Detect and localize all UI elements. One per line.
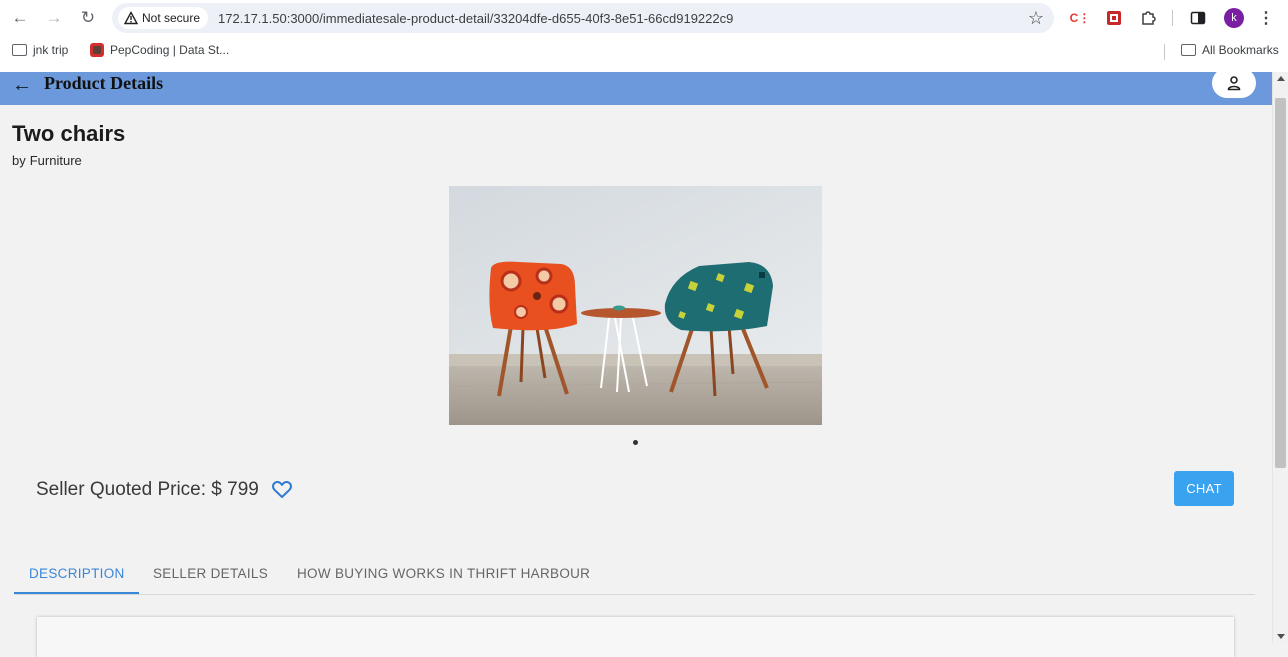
- tab-how-buying-works[interactable]: HOW BUYING WORKS IN THRIFT HARBOUR: [282, 551, 605, 595]
- folder-icon: [12, 44, 27, 56]
- extensions-puzzle-icon[interactable]: [1138, 8, 1158, 28]
- all-bookmarks-label: All Bookmarks: [1202, 43, 1279, 57]
- tab-description[interactable]: DESCRIPTION: [14, 551, 140, 595]
- bookmark-pepcoding[interactable]: PepCoding | Data St...: [90, 43, 229, 57]
- heart-outline-icon[interactable]: [270, 477, 294, 501]
- page-title: Product Details: [44, 73, 164, 93]
- toolbar-separator: [1172, 10, 1173, 26]
- all-bookmarks[interactable]: All Bookmarks: [1181, 43, 1279, 57]
- active-tab-indicator: [14, 592, 139, 594]
- side-panel-icon[interactable]: [1188, 8, 1208, 28]
- seller-price: Seller Quoted Price: $ 799: [36, 479, 259, 500]
- bookmark-label: PepCoding | Data St...: [110, 43, 230, 57]
- chat-button[interactable]: CHAT: [1174, 471, 1234, 506]
- category-label: Furniture: [29, 153, 82, 168]
- bookmark-jnk-trip[interactable]: jnk trip: [12, 43, 68, 57]
- browser-menu-icon[interactable]: ⋮: [1256, 8, 1276, 28]
- bookmarks-separator: [1164, 44, 1165, 60]
- reload-icon[interactable]: ↻: [76, 6, 100, 30]
- scroll-thumb[interactable]: [1275, 98, 1286, 468]
- browser-chrome: ← → ↻ Not secure 172.17.1.50:3000/immedi…: [0, 0, 1288, 72]
- description-panel: [37, 617, 1234, 657]
- back-icon[interactable]: ←: [8, 6, 32, 30]
- bookmarks-bar: jnk trip PepCoding | Data St... All Book…: [0, 38, 1288, 66]
- security-label: Not secure: [142, 11, 201, 25]
- scroll-down-icon[interactable]: [1277, 634, 1285, 639]
- person-icon: [1227, 76, 1241, 91]
- page-scrollbar[interactable]: [1272, 72, 1288, 643]
- extension-image-icon[interactable]: [1104, 8, 1124, 28]
- profile-button[interactable]: [1212, 68, 1256, 98]
- browser-toolbar: ← → ↻ Not secure 172.17.1.50:3000/immedi…: [0, 0, 1288, 36]
- folder-icon: [1181, 44, 1196, 56]
- bookmark-label: jnk trip: [33, 43, 69, 57]
- warning-icon: [124, 11, 138, 25]
- pepcoding-icon: [90, 43, 104, 57]
- url-text[interactable]: 172.17.1.50:3000/immediatesale-product-d…: [218, 11, 733, 26]
- back-arrow-icon[interactable]: ←: [12, 74, 32, 97]
- extension-c-icon[interactable]: C⋮: [1070, 8, 1091, 28]
- two-chairs-image: [449, 186, 822, 425]
- app-bar: ← Product Details: [0, 68, 1272, 105]
- product-tabs: DESCRIPTION SELLER DETAILS HOW BUYING WO…: [14, 551, 1255, 595]
- product-title: Two chairs: [12, 121, 126, 146]
- by-label: by: [12, 153, 26, 168]
- product-category: by Furniture: [12, 153, 82, 168]
- scroll-up-icon[interactable]: [1277, 76, 1285, 81]
- bookmark-star-icon[interactable]: ☆: [1028, 8, 1044, 29]
- profile-avatar[interactable]: k: [1224, 8, 1244, 28]
- tab-seller-details[interactable]: SELLER DETAILS: [138, 551, 283, 595]
- security-chip[interactable]: Not secure: [118, 7, 209, 29]
- address-bar[interactable]: Not secure 172.17.1.50:3000/immediatesal…: [112, 3, 1054, 33]
- carousel-dot[interactable]: [633, 440, 638, 445]
- forward-icon[interactable]: →: [42, 6, 66, 30]
